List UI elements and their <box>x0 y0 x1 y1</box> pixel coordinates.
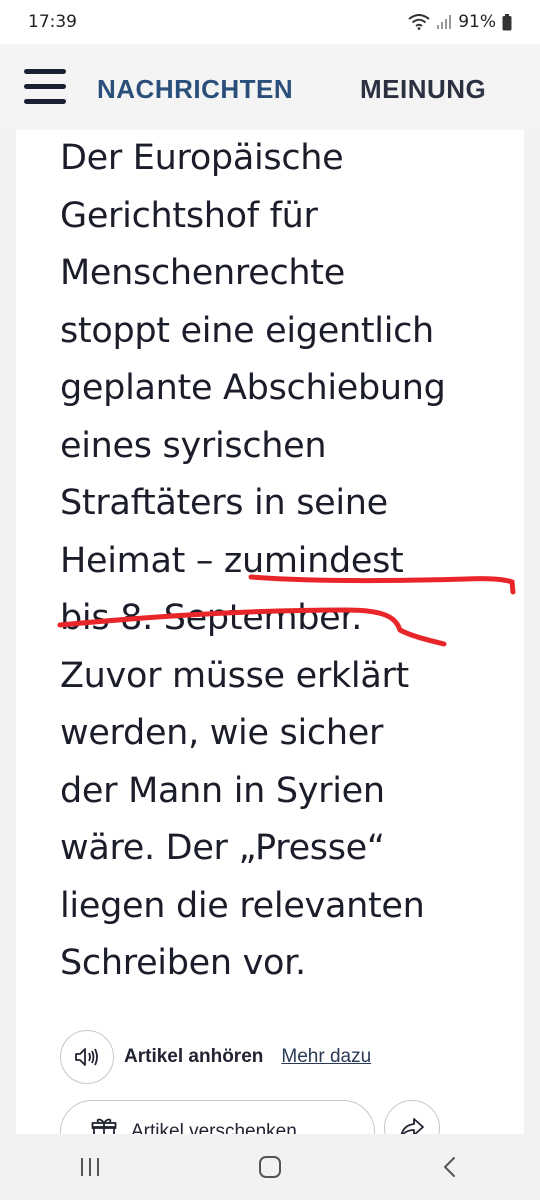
screen: 17:39 91% NACHRICHTEN MEINUNG Der Europä… <box>0 0 540 1200</box>
share-icon[interactable] <box>384 1100 440 1134</box>
lead-line: Menschenrechte <box>60 253 345 293</box>
lead-line: Straftäters in seine <box>60 483 388 523</box>
lead-line: Der Europäische <box>60 138 344 178</box>
lead-line: der Mann in Syrien <box>60 770 385 811</box>
status-icons: 91% <box>408 12 512 32</box>
lead-line: eines syrischen <box>60 425 327 466</box>
tab-overflow-fade <box>480 44 540 130</box>
lead-line: werden, wie sicher <box>60 713 384 753</box>
lead-line: stoppt eine eigentlich <box>60 310 434 351</box>
lead-line: geplante Abschiebung <box>60 368 446 408</box>
gift-icon <box>91 1117 117 1134</box>
listen-row: Artikel anhören Mehr dazu <box>60 1030 371 1084</box>
hamburger-menu-icon[interactable] <box>24 69 68 105</box>
battery-level: 91% <box>458 12 496 32</box>
lead-line: bis 8. September. <box>60 598 363 638</box>
back-icon[interactable] <box>420 1147 480 1187</box>
wifi-icon <box>408 14 430 30</box>
signal-icon <box>436 14 452 30</box>
more-info-link[interactable]: Mehr dazu <box>281 1046 371 1068</box>
lead-line: Zuvor müsse erklärt <box>60 655 409 696</box>
status-time: 17:39 <box>28 12 77 32</box>
lead-line: wäre. Der „Presse“ <box>60 828 385 868</box>
lead-line: liegen die relevanten <box>60 885 425 926</box>
listen-button-label[interactable]: Artikel anhören <box>124 1046 263 1068</box>
system-nav-bar <box>0 1134 540 1200</box>
lead-line: Schreiben vor. <box>60 943 306 983</box>
tab-nachrichten[interactable]: NACHRICHTEN <box>97 74 293 105</box>
article-card: Der Europäische Gerichtshof für Menschen… <box>16 130 524 1134</box>
article-lead: Der Europäische Gerichtshof für Menschen… <box>60 130 500 993</box>
battery-icon <box>502 13 512 31</box>
home-icon[interactable] <box>240 1147 300 1187</box>
tab-meinung[interactable]: MEINUNG <box>360 74 486 105</box>
app-header: NACHRICHTEN MEINUNG <box>0 44 540 130</box>
lead-line: Heimat – zumindest <box>60 540 404 581</box>
lead-line: Gerichtshof für <box>60 195 318 236</box>
recent-apps-icon[interactable] <box>60 1147 120 1187</box>
status-bar: 17:39 91% <box>0 0 540 44</box>
speaker-icon[interactable] <box>60 1030 114 1084</box>
gift-article-label: Artikel verschenken <box>131 1121 297 1134</box>
gift-article-button[interactable]: Artikel verschenken <box>60 1100 375 1134</box>
